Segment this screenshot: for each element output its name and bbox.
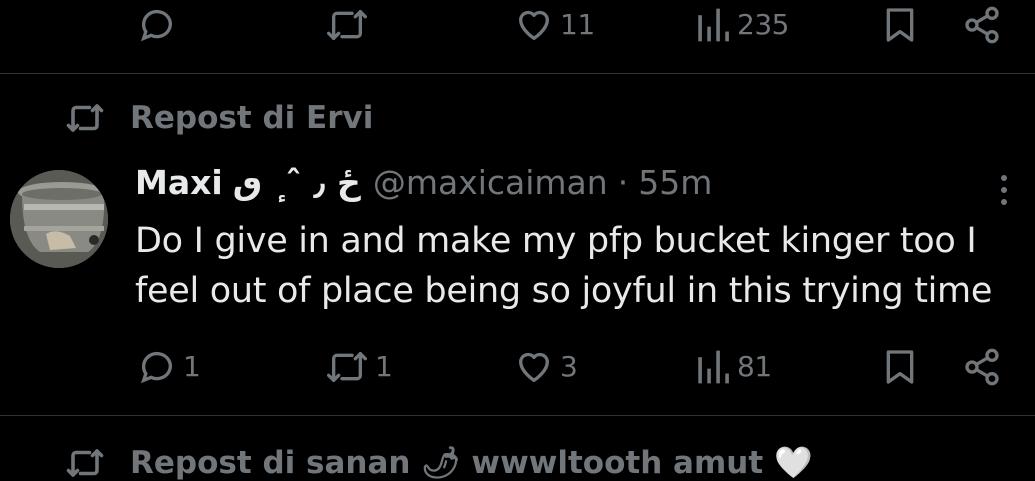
reply-count: 1	[183, 350, 201, 383]
post-timestamp[interactable]: 55m	[638, 163, 712, 202]
share-button[interactable]	[962, 347, 1002, 387]
prev-bookmark-button[interactable]	[880, 5, 920, 45]
bookmark-button[interactable]	[880, 347, 920, 387]
reply-icon	[140, 9, 172, 42]
share-icon	[965, 6, 999, 44]
repost-icon	[326, 10, 367, 40]
prev-post-action-bar: 11 235	[0, 0, 1035, 50]
repost-icon	[66, 104, 104, 132]
prev-view-count: 235	[737, 8, 789, 41]
reply-icon	[140, 351, 172, 384]
bookmark-icon	[886, 8, 914, 42]
tweet-action-bar: 1 1 3 81	[0, 344, 1035, 394]
repost-icon	[326, 352, 367, 382]
avatar[interactable]	[10, 170, 108, 268]
heart-icon	[519, 352, 549, 382]
next-repost-header[interactable]: Repost di sanan 🌶 wwwltooth amut 🤍	[62, 444, 813, 481]
views-icon	[698, 350, 729, 384]
separator-dot: ·	[617, 163, 629, 202]
repost-header[interactable]: Repost di Ervi	[62, 100, 373, 136]
user-handle[interactable]: @maxicaiman	[373, 163, 608, 202]
post-divider	[0, 73, 1035, 74]
like-count: 3	[560, 350, 578, 383]
repost-count: 1	[375, 350, 393, 383]
bookmark-icon	[886, 350, 914, 384]
views-button[interactable]: 81	[695, 347, 772, 387]
display-name[interactable]: Maxi	[135, 163, 223, 202]
more-options-button[interactable]	[992, 170, 1016, 210]
tweet-header: Maxi ځ ٫ ˆ ٕ ٯ @maxicaiman · 55m	[135, 163, 712, 202]
views-icon	[698, 8, 729, 42]
repost-button[interactable]: 1	[325, 347, 393, 387]
share-icon	[965, 348, 999, 386]
name-decoration: ځ ٫ ˆ ٕ ٯ	[232, 163, 361, 202]
reply-button[interactable]: 1	[137, 347, 201, 387]
like-button[interactable]: 3	[514, 347, 578, 387]
heart-icon	[519, 10, 549, 40]
next-repost-label: Repost di sanan 🌶 wwwltooth amut 🤍	[130, 445, 813, 481]
bucket-avatar-image	[10, 170, 108, 268]
repost-header-label: Repost di Ervi	[130, 100, 374, 136]
prev-reply-button[interactable]	[137, 5, 183, 45]
prev-share-button[interactable]	[962, 5, 1002, 45]
tweet-text: Do I give in and make my pfp bucket king…	[135, 221, 993, 311]
prev-repost-button[interactable]	[325, 5, 375, 45]
prev-like-button[interactable]: 11	[514, 5, 595, 45]
prev-views-button[interactable]: 235	[695, 5, 789, 45]
prev-like-count: 11	[560, 8, 595, 41]
view-count: 81	[737, 350, 772, 383]
post-divider	[0, 415, 1035, 416]
more-vertical-icon	[1001, 175, 1007, 205]
repost-icon	[66, 448, 104, 477]
